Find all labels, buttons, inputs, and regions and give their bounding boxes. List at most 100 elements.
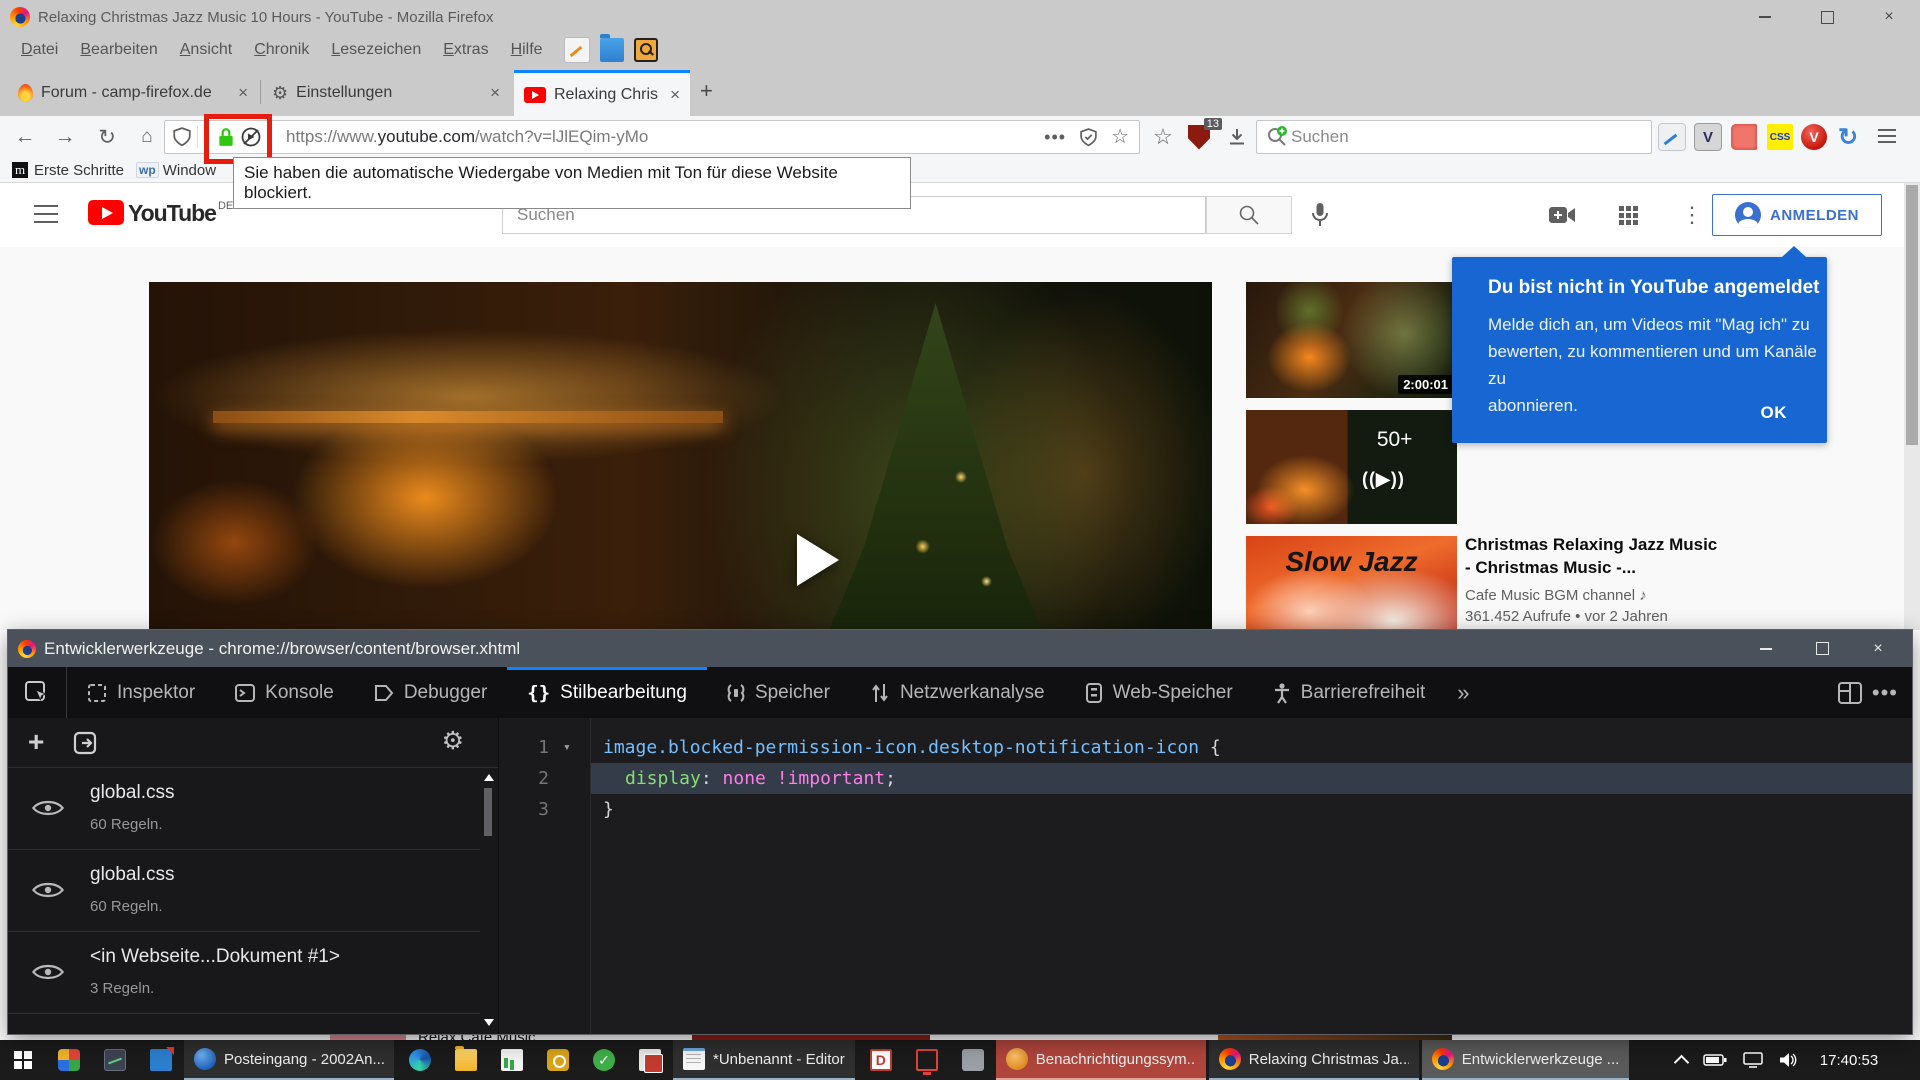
tab-youtube-active[interactable]: Relaxing Christmas Jazz Mu × xyxy=(514,70,690,116)
app-icon-keepass[interactable] xyxy=(535,1040,581,1080)
stylesheet-item[interactable]: <in Webseite...Dokument #1> 3 Regeln. xyxy=(8,932,480,1014)
bookmark-windows[interactable]: wp Window xyxy=(136,162,216,179)
devtools-tab-netzwerkanalyse[interactable]: Netzwerkanalyse xyxy=(850,667,1065,718)
app-icon-gray[interactable] xyxy=(950,1040,996,1080)
bookmarks-menu-icon[interactable]: ☆ xyxy=(1146,116,1180,158)
menu-bearbeiten[interactable]: Bearbeiten xyxy=(69,41,168,59)
search-engine-icon[interactable] xyxy=(1265,125,1289,149)
css-extension-icon[interactable]: CSS xyxy=(1767,124,1793,150)
play-button-icon[interactable] xyxy=(797,534,839,586)
start-button[interactable] xyxy=(0,1040,46,1080)
suggested-video-thumb-2[interactable]: Slow Jazz xyxy=(1246,536,1457,630)
more-options-icon[interactable]: ⋮ xyxy=(1678,201,1706,229)
tab-einstellungen[interactable]: ⚙ Einstellungen × xyxy=(262,70,510,116)
back-button[interactable]: ← xyxy=(6,116,44,158)
stylesheet-item[interactable]: global.css 60 Regeln. xyxy=(8,768,480,850)
menu-ansicht[interactable]: Ansicht xyxy=(169,41,243,59)
sidebar-scrollbar[interactable] xyxy=(482,772,494,1028)
close-button[interactable]: × xyxy=(1858,0,1920,34)
menu-extras[interactable]: Extras xyxy=(432,41,499,59)
tabs-overflow-icon[interactable]: » xyxy=(1445,667,1481,718)
tab-close-icon[interactable]: × xyxy=(662,85,680,105)
fold-arrow-icon[interactable]: ▾ xyxy=(563,732,571,763)
app-icon-monitor-chart[interactable] xyxy=(92,1040,138,1080)
battery-icon[interactable] xyxy=(1703,1053,1727,1067)
voice-search-icon[interactable] xyxy=(1306,201,1334,229)
maximize-button[interactable] xyxy=(1794,630,1850,667)
scrollbar-thumb[interactable] xyxy=(1906,185,1918,445)
close-button[interactable]: × xyxy=(1850,630,1906,667)
youtube-menu-icon[interactable] xyxy=(34,205,58,223)
app-icon-chart-doc[interactable] xyxy=(489,1040,535,1080)
devtools-tab-konsole[interactable]: Konsole xyxy=(215,667,354,718)
new-tab-button[interactable]: + xyxy=(700,78,713,104)
visibility-eye-icon[interactable] xyxy=(32,962,64,987)
devtools-tab-stilbearbeitung[interactable]: {} Stilbearbeitung xyxy=(507,667,707,718)
tracking-shield-icon[interactable] xyxy=(173,127,191,147)
taskbar-window-notification[interactable]: Benachrichtigungssym... xyxy=(996,1040,1206,1080)
script-blocker-extension-icon[interactable] xyxy=(1731,124,1757,150)
taskbar-window-firefox-youtube[interactable]: Relaxing Christmas Ja... xyxy=(1209,1040,1419,1080)
video-player[interactable] xyxy=(149,282,1212,630)
folder-icon[interactable] xyxy=(600,38,624,62)
app-icon-d[interactable]: D xyxy=(858,1040,904,1080)
devtools-tab-web-speicher[interactable]: Web-Speicher xyxy=(1065,667,1253,718)
page-scrollbar[interactable] xyxy=(1904,183,1920,630)
page-actions-icon[interactable]: ••• xyxy=(1044,127,1066,148)
app-icon-antivirus[interactable]: ✓ xyxy=(581,1040,627,1080)
bookmark-star-icon[interactable]: ☆ xyxy=(1111,127,1129,147)
visibility-eye-icon[interactable] xyxy=(32,880,64,905)
app-icon-explorer[interactable] xyxy=(443,1040,489,1080)
browser-search-input[interactable] xyxy=(1289,126,1593,148)
split-console-icon[interactable] xyxy=(1838,682,1862,704)
v-extension-icon[interactable]: V xyxy=(1694,123,1722,151)
app-icon-colorful[interactable] xyxy=(46,1040,92,1080)
note-edit-icon[interactable] xyxy=(564,37,590,63)
taskbar-window-notepad[interactable]: *Unbenannt - Editor xyxy=(673,1040,855,1080)
forward-button[interactable]: → xyxy=(46,116,84,158)
stylesheet-item[interactable]: global.css 60 Regeln. xyxy=(8,850,480,932)
youtube-search-button[interactable] xyxy=(1206,196,1292,234)
search-box-icon[interactable] xyxy=(634,38,658,62)
taskbar-window-thunderbird[interactable]: Posteingang - 2002An... xyxy=(184,1040,394,1080)
network-icon[interactable] xyxy=(1743,1052,1763,1068)
devtools-tab-debugger[interactable]: Debugger xyxy=(354,667,507,718)
video-downloadhelper-icon[interactable]: V xyxy=(1801,124,1827,150)
pick-element-icon[interactable] xyxy=(8,667,67,718)
promo-ok-button[interactable]: OK xyxy=(1761,403,1788,423)
scroll-down-icon[interactable] xyxy=(484,1019,494,1026)
suggested-video-thumb-1[interactable]: 2:00:01 xyxy=(1246,282,1457,398)
menu-datei[interactable]: Datei xyxy=(10,41,69,59)
reload-button[interactable]: ↻ xyxy=(88,116,126,158)
home-button[interactable]: ⌂ xyxy=(128,116,166,158)
suggested-mix-thumb[interactable]: 50+ ((▶)) xyxy=(1246,410,1457,524)
browser-search-field[interactable] xyxy=(1256,120,1652,154)
urlbar[interactable]: https://www.youtube.com/watch?v=lJlEQim-… xyxy=(164,120,1140,154)
visibility-eye-icon[interactable] xyxy=(32,798,64,823)
tab-close-icon[interactable]: × xyxy=(482,83,500,103)
bookmark-erste-schritte[interactable]: m Erste Schritte xyxy=(12,162,124,179)
app-icon-edge[interactable] xyxy=(397,1040,443,1080)
create-video-icon[interactable] xyxy=(1548,201,1576,229)
permission-shield-icon[interactable] xyxy=(1080,128,1097,147)
apps-grid-icon[interactable] xyxy=(1614,201,1642,229)
app-menu-icon[interactable] xyxy=(1868,116,1906,158)
new-sheet-icon[interactable]: + xyxy=(28,726,44,758)
url-text[interactable]: https://www.youtube.com/watch?v=lJlEQim-… xyxy=(286,127,1044,147)
app-icon-red-monitor[interactable] xyxy=(904,1040,950,1080)
maximize-button[interactable] xyxy=(1796,0,1858,34)
speaker-icon[interactable] xyxy=(1779,1052,1797,1068)
minimize-button[interactable] xyxy=(1738,630,1794,667)
app-icon-cards[interactable] xyxy=(627,1040,673,1080)
devtools-tab-speicher[interactable]: Speicher xyxy=(707,667,850,718)
tab-forum[interactable]: Forum - camp-firefox.de × xyxy=(8,70,258,116)
tab-close-icon[interactable]: × xyxy=(230,83,248,103)
menu-hilfe[interactable]: Hilfe xyxy=(500,41,554,59)
scroll-up-icon[interactable] xyxy=(484,774,494,781)
devtools-menu-icon[interactable]: ••• xyxy=(1872,680,1898,706)
ublock-icon[interactable]: 13 xyxy=(1182,116,1216,158)
menu-lesezeichen[interactable]: Lesezeichen xyxy=(320,41,432,59)
signin-button[interactable]: ANMELDEN xyxy=(1712,194,1882,236)
sync-extension-icon[interactable]: ↻ xyxy=(1835,124,1861,150)
suggested-video-meta[interactable]: Christmas Relaxing Jazz Music- Christmas… xyxy=(1465,533,1765,625)
